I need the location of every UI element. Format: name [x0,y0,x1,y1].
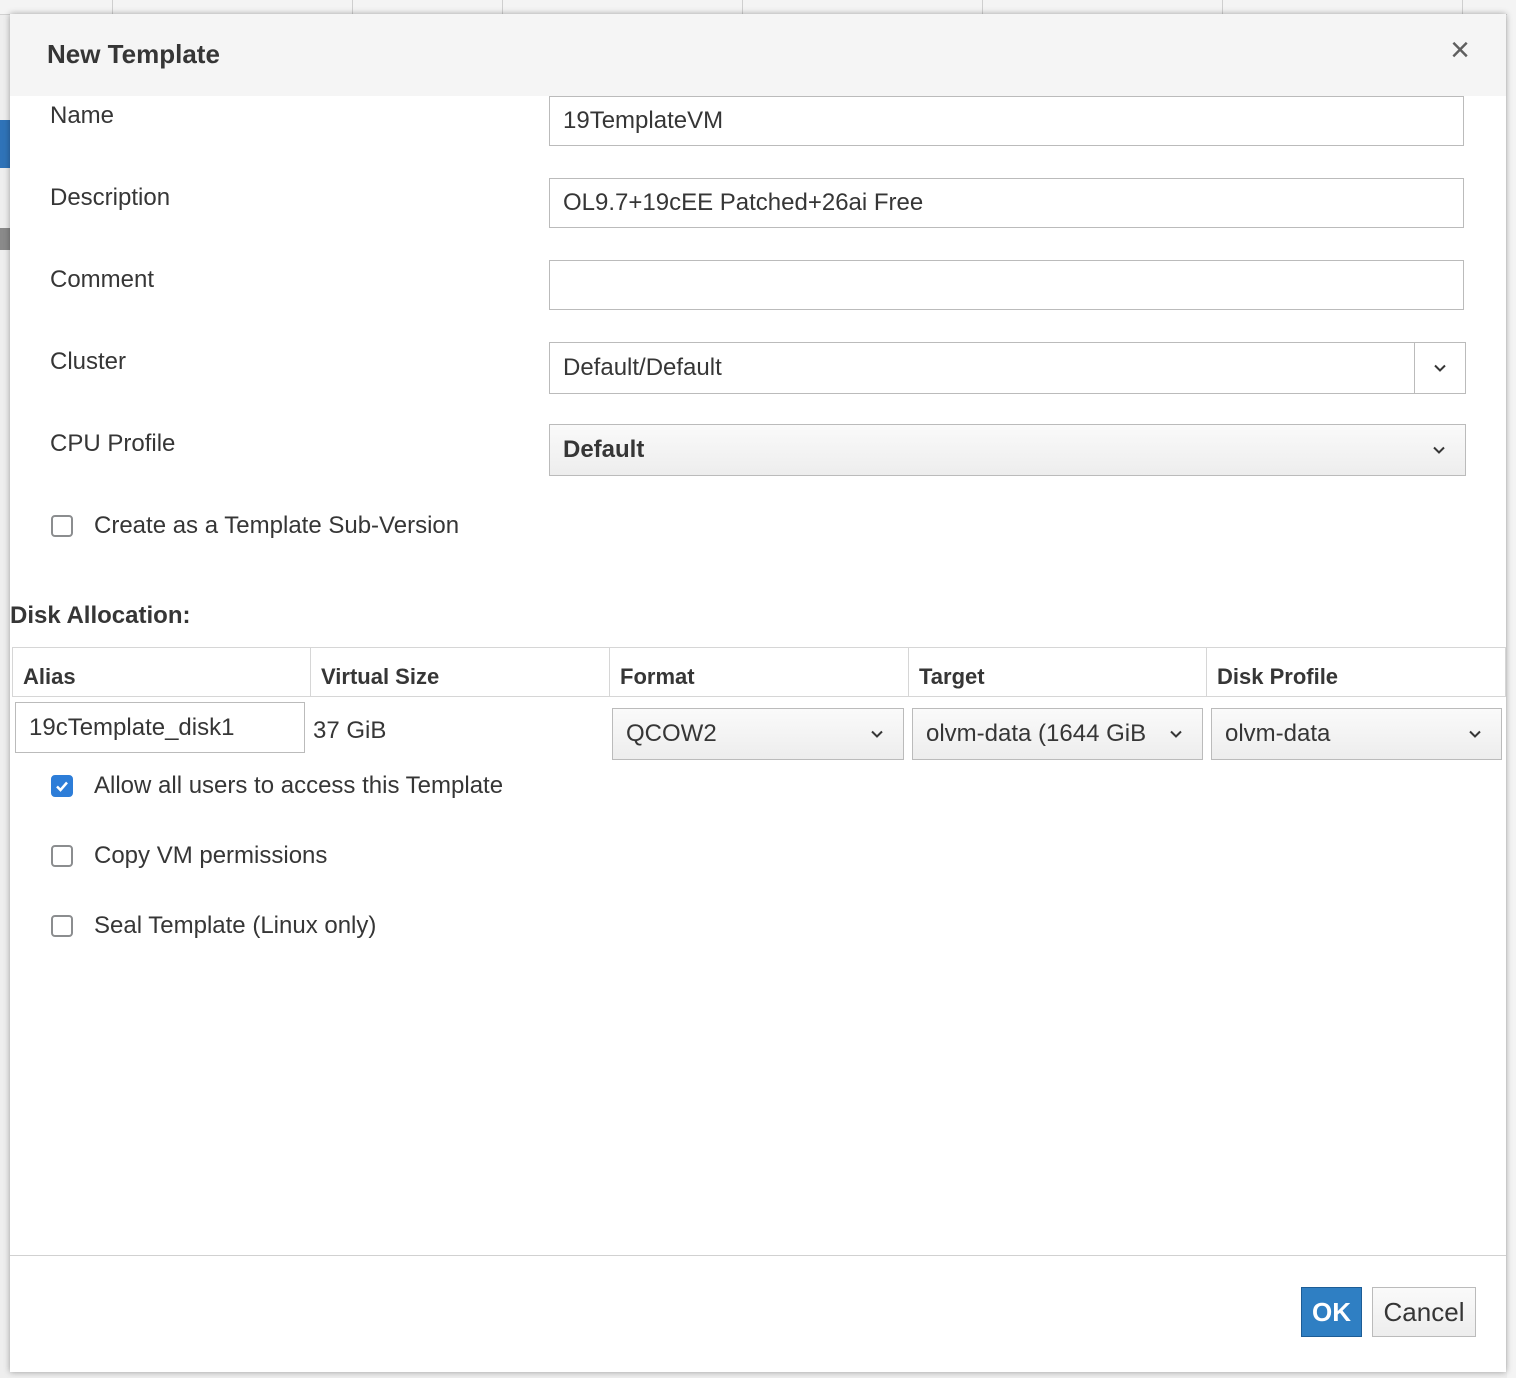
name-label: Name [50,102,115,129]
virtual-size-value: 37 GiB [313,717,387,744]
chevron-down-icon [1469,730,1481,738]
toolbar-separator [112,0,113,14]
description-label: Description [50,184,171,211]
name-input[interactable]: 19TemplateVM [549,96,1464,146]
column-header-disk-profile: Disk Profile [1207,647,1506,697]
description-input[interactable]: OL9.7+19cEE Patched+26ai Free [549,178,1464,228]
cpu-profile-value: Default [563,436,645,463]
toolbar-separator [982,0,983,14]
disk-profile-value: olvm-data [1225,720,1331,747]
allow-all-users-checkbox[interactable] [51,775,73,797]
toolbar-separator [502,0,503,14]
disk-allocation-title: Disk Allocation: [10,602,191,629]
cpu-profile-label: CPU Profile [50,430,176,457]
toolbar-separator [742,0,743,14]
seal-template-label: Seal Template (Linux only) [94,912,377,939]
format-select[interactable]: QCOW2 [612,708,904,760]
toolbar-separator [1462,0,1463,14]
background-edge [1507,14,1516,1378]
target-select[interactable]: olvm-data (1644 GiB [912,708,1203,760]
column-header-format: Format [610,647,909,697]
background-toolbar [0,0,1516,15]
copy-vm-permissions-label: Copy VM permissions [94,842,328,869]
dialog-header: New Template × [10,14,1506,96]
cluster-value: Default/Default [563,354,722,381]
cluster-dropdown-button[interactable] [1414,343,1465,393]
chevron-down-icon [1434,364,1446,372]
dialog-title: New Template [47,39,220,69]
footer-divider [10,1255,1506,1256]
toolbar-separator [352,0,353,14]
copy-vm-permissions-checkbox[interactable] [51,845,73,867]
cancel-button[interactable]: Cancel [1372,1287,1476,1337]
format-value: QCOW2 [626,720,717,747]
chevron-down-icon [871,730,883,738]
close-icon[interactable]: × [1444,33,1476,67]
column-header-alias: Alias [12,647,311,697]
cpu-profile-select[interactable]: Default [549,424,1466,476]
alias-input[interactable]: 19cTemplate_disk1 [15,702,305,753]
background-selected-row [0,120,10,168]
background-row [0,228,10,250]
ok-button[interactable]: OK [1301,1287,1362,1337]
column-header-virtual-size: Virtual Size [311,647,610,697]
toolbar-separator [1222,0,1223,14]
column-header-target: Target [909,647,1207,697]
target-value: olvm-data (1644 GiB [926,720,1147,747]
new-template-dialog: New Template × Name 19TemplateVM Descrip… [10,14,1506,1372]
sub-version-label: Create as a Template Sub-Version [94,512,460,539]
cluster-label: Cluster [50,348,127,375]
chevron-down-icon [1433,446,1445,454]
chevron-down-icon [1170,730,1182,738]
seal-template-checkbox[interactable] [51,915,73,937]
sub-version-checkbox[interactable] [51,515,73,537]
allow-all-users-label: Allow all users to access this Template [94,772,504,799]
cluster-select[interactable]: Default/Default [549,342,1466,394]
comment-label: Comment [50,266,155,293]
checkmark-icon [56,781,68,792]
comment-input[interactable] [549,260,1464,310]
disk-profile-select[interactable]: olvm-data [1211,708,1502,760]
